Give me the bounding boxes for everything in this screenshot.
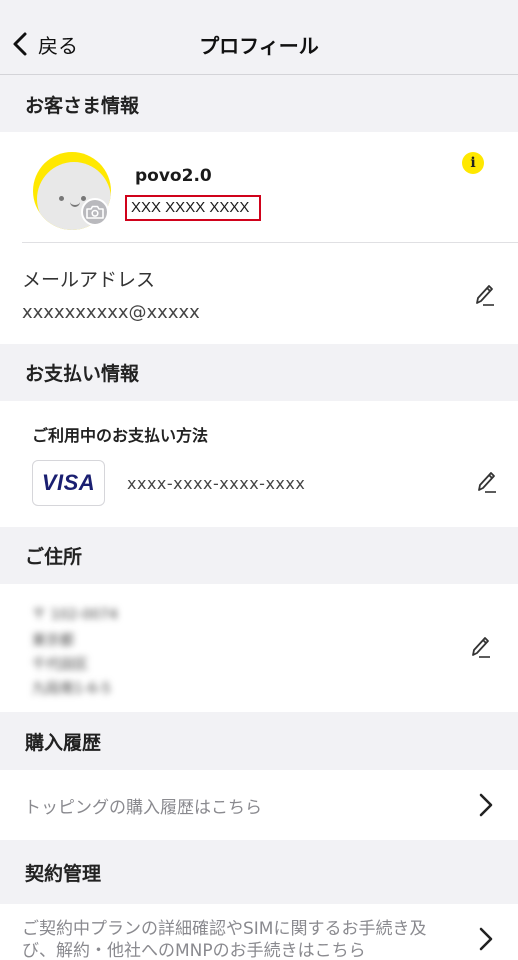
- profile-name: povo2.0: [135, 166, 212, 186]
- edit-email-pencil-icon[interactable]: [472, 282, 496, 308]
- contract-link-line-1: ご契約中プランの詳細確認やSIMに関するお手続き及: [22, 919, 427, 939]
- chevron-right-icon: [479, 927, 493, 951]
- customer-section-header: お客さま情報: [0, 76, 518, 132]
- avatar-eye-left: [59, 196, 64, 201]
- contract-section-header: 契約管理: [0, 840, 518, 904]
- contract-link-line-2: び、解約・他社へのMNPのお手続きはこちら: [22, 941, 366, 960]
- avatar-mouth: [70, 202, 80, 207]
- purchase-history-link[interactable]: トッピングの購入履歴はこちら: [24, 793, 262, 818]
- email-label: メールアドレス: [22, 269, 156, 291]
- customer-divider: [22, 242, 518, 243]
- address-city: 千代田区: [32, 657, 88, 673]
- purchase-section-header: 購入履歴: [0, 712, 518, 770]
- payment-section-header: お支払い情報: [0, 344, 518, 401]
- address-street: 九段南1-6-5: [32, 681, 111, 697]
- navigation-bar: 戻る プロフィール: [0, 0, 518, 75]
- change-photo-button[interactable]: [81, 198, 109, 226]
- phone-number: XXX XXXX XXXX: [125, 195, 261, 221]
- camera-icon: [86, 205, 104, 219]
- email-value: xxxxxxxxxx@xxxxx: [22, 302, 200, 323]
- visa-card-logo: VISA: [32, 460, 105, 506]
- address-postal-code: 〒 102-0074: [32, 607, 118, 623]
- visa-logo-text: VISA: [41, 470, 96, 495]
- card-number: xxxx-xxxx-xxxx-xxxx: [127, 474, 306, 493]
- info-icon[interactable]: i: [462, 152, 484, 174]
- edit-address-pencil-icon[interactable]: [468, 634, 492, 660]
- edit-payment-pencil-icon[interactable]: [474, 469, 498, 495]
- address-section-header: ご住所: [0, 527, 518, 584]
- payment-method-label: ご利用中のお支払い方法: [32, 426, 209, 445]
- chevron-right-icon: [479, 793, 493, 817]
- contract-management-link[interactable]: ご契約中プランの詳細確認やSIMに関するお手続き及 び、解約・他社へのMNPのお…: [22, 918, 426, 960]
- address-prefecture: 東京都: [32, 633, 74, 649]
- page-title: プロフィール: [199, 34, 319, 58]
